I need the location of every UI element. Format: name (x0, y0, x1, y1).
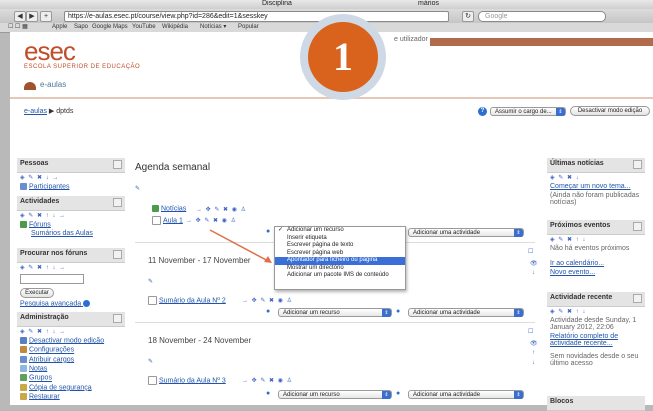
blocks-title: Blocos (550, 398, 574, 405)
events-block: Próximos eventos ◈ ✎ ✖ ↑ ↓ Não há evento… (547, 220, 645, 282)
block-edit-controls[interactable]: ◈ ✎ ✖ ↑ ↓ (547, 235, 645, 244)
news-note: (Ainda não foram publicadas notícias) (550, 192, 640, 206)
recent-block-title: Actividade recente (547, 292, 645, 307)
news-block-title: Últimas notícias (547, 158, 645, 173)
recent-title: Actividade recente (550, 294, 613, 301)
collapse-icon[interactable] (633, 160, 642, 169)
block-edit-controls[interactable]: ◈ ✎ ✖ ↓ (547, 173, 645, 182)
news-title: Últimas notícias (550, 160, 604, 167)
new-event-link[interactable]: Novo evento... (547, 268, 645, 277)
blocks-block-title: Blocos (547, 396, 645, 411)
events-title: Próximos eventos (550, 222, 611, 229)
collapse-icon[interactable] (633, 222, 642, 231)
collapse-icon[interactable] (633, 294, 642, 303)
blocks-block: Blocos (547, 396, 645, 411)
no-news-note: Sem novidades desde o seu último acesso (550, 353, 639, 367)
step-badge: 1 (308, 22, 378, 92)
events-note: Não há eventos próximos (550, 245, 630, 252)
recent-activity-block: Actividade recente ◈ ✎ ✖ ↑ ↓ Actividade … (547, 292, 645, 384)
news-block: Últimas notícias ◈ ✎ ✖ ↓ Começar um novo… (547, 158, 645, 210)
block-edit-controls[interactable]: ◈ ✎ ✖ ↑ ↓ (547, 307, 645, 316)
full-report-link[interactable]: Relatório completo de actividade recente… (547, 332, 645, 348)
new-topic-link[interactable]: Começar um novo tema... (547, 182, 645, 191)
events-block-title: Próximos eventos (547, 220, 645, 235)
calendar-link[interactable]: Ir ao calendário... (547, 259, 645, 268)
recent-since: Actividade desde Sunday, 1 January 2012,… (550, 317, 637, 331)
